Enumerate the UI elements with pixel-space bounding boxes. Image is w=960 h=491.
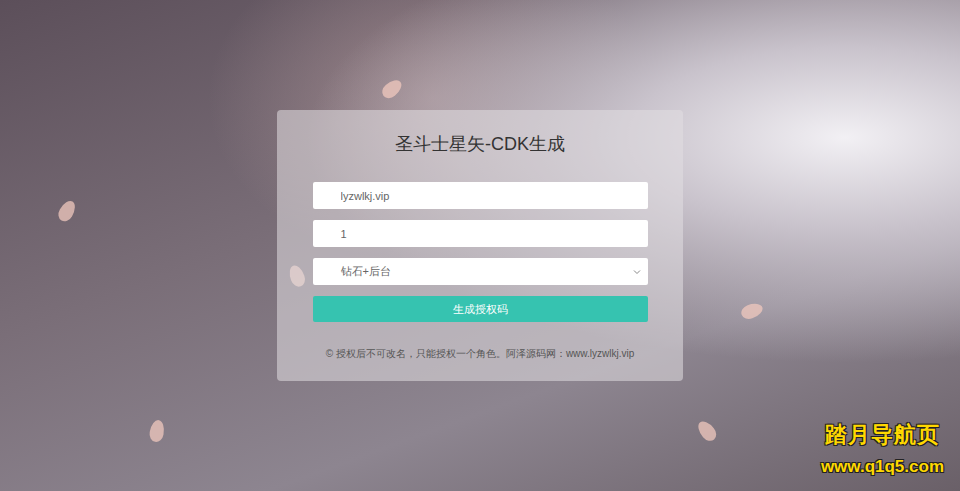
generate-button[interactable]: 生成授权码: [313, 296, 648, 322]
background-petal: [695, 418, 720, 444]
panel-title: 圣斗士星矢-CDK生成: [395, 132, 565, 156]
watermark-url: www.q1q5.com: [821, 455, 944, 479]
watermark-title: 踏月导航页: [821, 421, 944, 449]
cdk-panel: 圣斗士星矢-CDK生成钻石+后台生成授权码 © 授权后不可改名，只能授权一个角色。…: [277, 110, 683, 381]
watermark: 踏月导航页 www.q1q5.com: [821, 421, 944, 479]
background-petal: [739, 301, 764, 322]
background-petal: [379, 77, 405, 102]
chevron-down-icon: [632, 267, 642, 277]
account-input[interactable]: [313, 182, 648, 209]
count-input[interactable]: [313, 220, 648, 247]
select-value: 钻石+后台: [341, 264, 391, 279]
cdk-form: 钻石+后台生成授权码: [313, 182, 648, 322]
type-select[interactable]: 钻石+后台: [313, 258, 648, 285]
footer-note: © 授权后不可改名，只能授权一个角色。阿泽源码网：www.lyzwlkj.vip: [326, 347, 635, 361]
background-petal: [55, 198, 78, 224]
background-petal: [148, 419, 166, 443]
